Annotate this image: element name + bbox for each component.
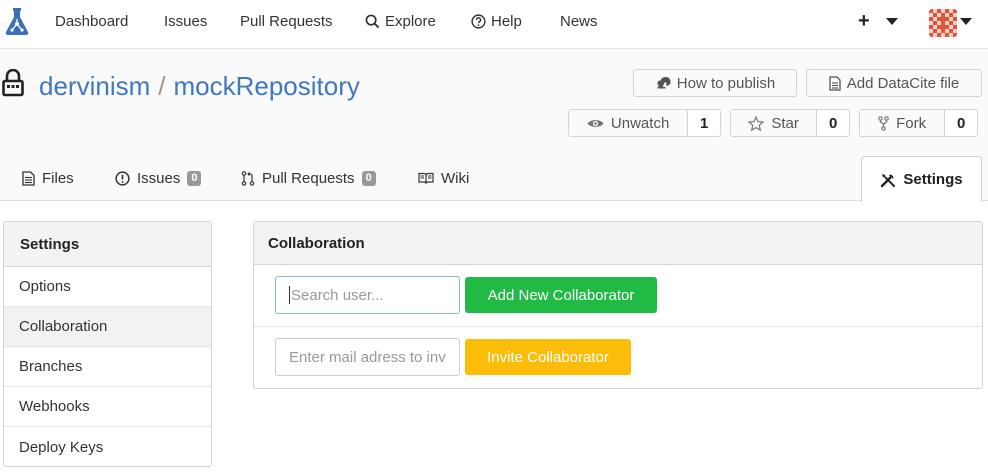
sidebar-item-collaboration[interactable]: Collaboration: [4, 307, 211, 347]
issue-icon: [115, 171, 130, 186]
fork-count[interactable]: 0: [945, 110, 977, 136]
collaboration-panel: Collaboration Search user... Add New Col…: [253, 221, 983, 389]
tools-icon: [881, 173, 896, 187]
settings-sidebar: Settings Options Collaboration Branches …: [3, 221, 212, 467]
fork-button[interactable]: Fork 0: [859, 109, 978, 137]
add-datacite-button[interactable]: Add DataCite file: [806, 69, 982, 97]
tab-wiki-label: Wiki: [441, 170, 470, 187]
text-cursor: [289, 286, 290, 304]
tab-settings[interactable]: Settings: [861, 156, 982, 202]
sidebar-item-webhooks[interactable]: Webhooks: [4, 387, 211, 427]
repo-name-link[interactable]: mockRepository: [173, 71, 359, 101]
collaboration-title: Collaboration: [254, 222, 982, 265]
search-user-input[interactable]: Search user...: [275, 276, 460, 314]
eye-icon: [587, 119, 604, 127]
top-navbar: Dashboard Issues Pull Requests Explore H…: [0, 0, 988, 49]
tab-files[interactable]: Files: [22, 170, 74, 187]
sidebar-item-branches[interactable]: Branches: [4, 347, 211, 387]
add-new-collaborator-button[interactable]: Add New Collaborator: [465, 277, 657, 313]
star-button[interactable]: Star 0: [730, 109, 850, 137]
tab-wiki[interactable]: Wiki: [418, 170, 469, 187]
tab-pull-requests[interactable]: Pull Requests 0: [241, 170, 376, 187]
fork-icon: [878, 115, 889, 131]
logo-icon[interactable]: [5, 7, 29, 37]
fork-label-area[interactable]: Fork: [860, 110, 946, 136]
file-icon: [829, 75, 841, 91]
repo-title: dervinism / mockRepository: [39, 71, 360, 102]
book-icon: [418, 172, 434, 184]
nav-help[interactable]: Help: [471, 13, 522, 30]
sidebar-item-deploy-keys[interactable]: Deploy Keys: [4, 427, 211, 466]
lock-icon: [2, 69, 24, 97]
add-datacite-label: Add DataCite file: [846, 74, 960, 92]
help-icon: [471, 14, 486, 29]
issues-count-badge: 0: [187, 171, 202, 186]
email-placeholder: Enter mail adress to inv: [289, 348, 446, 366]
sidebar-item-label: Webhooks: [19, 398, 90, 415]
tab-issues-label: Issues: [137, 170, 181, 187]
sidebar-item-label: Options: [19, 278, 71, 295]
repo-owner-link[interactable]: dervinism: [39, 71, 150, 101]
unwatch-label-area[interactable]: Unwatch: [569, 110, 689, 136]
pulls-count-badge: 0: [361, 171, 376, 186]
how-to-publish-button[interactable]: How to publish: [633, 69, 797, 97]
tab-pull-requests-label: Pull Requests: [262, 170, 355, 187]
email-field[interactable]: Enter mail adress to inv: [275, 338, 460, 376]
panel-divider: [254, 326, 982, 327]
star-icon: [748, 115, 765, 131]
star-label: Star: [771, 114, 799, 132]
tab-issues[interactable]: Issues 0: [115, 170, 202, 187]
watch-count[interactable]: 1: [688, 110, 720, 136]
fork-label: Fork: [896, 114, 927, 132]
invite-collaborator-button[interactable]: Invite Collaborator: [465, 339, 631, 375]
create-new-button[interactable]: +: [858, 10, 870, 33]
nav-issues[interactable]: Issues: [164, 13, 207, 30]
chevron-down-icon[interactable]: [886, 18, 898, 25]
squirrel-icon: [657, 76, 671, 88]
pull-request-icon: [241, 171, 255, 186]
sidebar-item-label: Branches: [19, 358, 83, 375]
sidebar-item-options[interactable]: Options: [4, 267, 211, 307]
search-icon: [365, 14, 380, 29]
nav-news[interactable]: News: [560, 13, 598, 30]
sidebar-item-label: Deploy Keys: [19, 438, 104, 456]
tab-settings-label: Settings: [903, 171, 963, 188]
unwatch-label: Unwatch: [610, 114, 670, 132]
repo-separator: /: [158, 71, 166, 101]
unwatch-button[interactable]: Unwatch 1: [568, 109, 721, 137]
search-user-placeholder: Search user...: [291, 286, 384, 304]
tab-files-label: Files: [42, 170, 74, 187]
sidebar-title: Settings: [4, 222, 211, 267]
nav-dashboard[interactable]: Dashboard: [55, 13, 128, 30]
sidebar-item-label: Collaboration: [19, 318, 108, 335]
star-count[interactable]: 0: [817, 110, 849, 136]
file-text-icon: [22, 171, 35, 186]
nav-pull-requests[interactable]: Pull Requests: [240, 13, 333, 30]
chevron-down-icon[interactable]: [960, 18, 972, 25]
avatar[interactable]: [929, 9, 957, 37]
nav-explore[interactable]: Explore: [365, 13, 436, 30]
how-to-publish-label: How to publish: [676, 74, 776, 92]
star-label-area[interactable]: Star: [731, 110, 818, 136]
